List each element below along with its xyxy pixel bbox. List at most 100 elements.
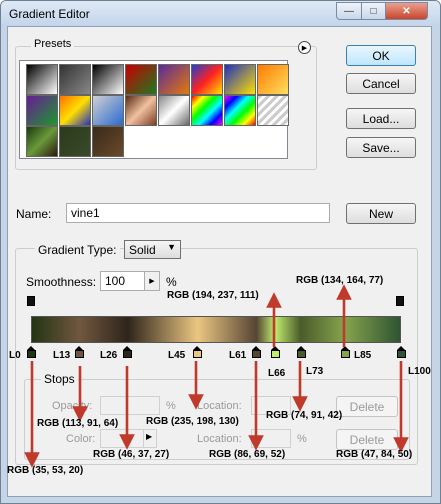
presets-menu-button[interactable]: ▶ [298, 41, 311, 54]
stop-label: L66 [268, 368, 286, 379]
arrow-right-icon: ▶ [149, 278, 155, 285]
stop-label: L73 [306, 366, 324, 377]
maximize-icon: □ [370, 5, 377, 17]
preset-swatch[interactable] [26, 64, 58, 95]
play-icon: ▶ [301, 44, 308, 52]
annotation-rgb: RGB (194, 237, 111) [167, 290, 259, 301]
stop-label: L26 [100, 350, 118, 361]
preset-swatch[interactable] [92, 64, 124, 95]
color-stop[interactable] [193, 346, 202, 358]
close-button[interactable]: ✕ [385, 2, 428, 20]
color-menu-button[interactable]: ▶ [143, 429, 157, 448]
stop-label: L13 [53, 350, 71, 361]
title-bar: Gradient Editor — □ ✕ [1, 1, 440, 27]
preset-swatch[interactable] [257, 95, 289, 126]
gradient-type-value: Solid [129, 243, 156, 257]
new-button[interactable]: New [346, 203, 416, 224]
color-stop-swatch [252, 350, 262, 358]
gradient-type-select[interactable]: Solid ▼ [124, 240, 181, 259]
color-delete-button[interactable]: Delete [336, 429, 398, 450]
preset-swatch[interactable] [158, 95, 190, 126]
annotation-rgb: RGB (47, 84, 50) [336, 449, 413, 460]
stop-label: L61 [229, 350, 247, 361]
annotation-rgb: RGB (46, 37, 27) [93, 449, 170, 460]
preset-swatch[interactable] [59, 95, 91, 126]
color-label: Color: [66, 433, 96, 445]
opacity-location-label: Location: [197, 400, 242, 412]
smoothness-label: Smoothness: [26, 275, 97, 289]
color-stop[interactable] [296, 346, 306, 358]
preset-swatch[interactable] [224, 95, 256, 126]
minimize-icon: — [344, 5, 354, 17]
preset-swatch[interactable] [26, 126, 58, 157]
color-stop-swatch [296, 350, 306, 358]
cancel-button[interactable]: Cancel [346, 73, 416, 94]
stops-label: Stops [41, 372, 78, 386]
color-stop[interactable] [341, 346, 350, 358]
preset-swatch[interactable] [59, 126, 91, 157]
color-stop[interactable] [26, 346, 36, 358]
color-stop-swatch [122, 350, 132, 358]
presets-label: Presets [31, 38, 75, 50]
color-stop-swatch [341, 350, 350, 358]
smoothness-value: 100 [105, 274, 126, 288]
opacity-stop-right[interactable] [396, 296, 404, 306]
stop-label: L45 [168, 350, 186, 361]
stop-label: L100 [408, 366, 431, 377]
color-swatch[interactable] [100, 429, 144, 448]
name-label: Name: [16, 207, 52, 221]
name-input[interactable]: vine1 [66, 203, 330, 223]
preset-swatch[interactable] [257, 64, 289, 95]
annotation-rgb: RGB (74, 91, 42) [266, 410, 343, 421]
preset-swatch[interactable] [125, 64, 157, 95]
opacity-stop-left[interactable] [27, 296, 35, 306]
color-stop[interactable] [122, 346, 132, 358]
annotation-rgb: RGB (86, 69, 52) [209, 449, 286, 460]
smoothness-stepper[interactable]: ▶ [144, 272, 159, 290]
ok-button[interactable]: OK [346, 45, 416, 66]
opacity-input[interactable] [100, 396, 160, 415]
color-stop[interactable] [252, 346, 262, 358]
opacity-label: Opacity: [52, 400, 93, 412]
color-stop[interactable] [396, 346, 406, 358]
close-icon: ✕ [402, 5, 411, 17]
preset-swatch[interactable] [26, 95, 58, 126]
smoothness-input[interactable]: 100 ▶ [100, 271, 160, 291]
window-title: Gradient Editor [9, 7, 90, 21]
color-stop-swatch [74, 350, 84, 358]
maximize-button[interactable]: □ [361, 2, 386, 20]
color-stop[interactable] [270, 346, 280, 358]
preset-swatch[interactable] [224, 64, 256, 95]
gradient-type-label: Gradient Type: [35, 243, 120, 257]
load-button[interactable]: Load... [346, 108, 416, 129]
preset-swatch[interactable] [92, 126, 124, 157]
preset-swatch[interactable] [191, 95, 223, 126]
annotation-rgb: RGB (113, 91, 64) [37, 418, 119, 429]
gradient-bar[interactable] [31, 316, 401, 343]
save-button[interactable]: Save... [346, 137, 416, 158]
color-stop-swatch [193, 350, 202, 358]
color-stop-swatch [270, 350, 280, 358]
minimize-button[interactable]: — [336, 2, 362, 20]
color-stop-swatch [396, 350, 406, 358]
preset-swatch[interactable] [125, 95, 157, 126]
preset-swatch-grid[interactable] [19, 60, 289, 159]
annotation-rgb: RGB (35, 53, 20) [7, 465, 84, 476]
annotation-rgb: RGB (235, 198, 130) [146, 416, 239, 427]
smoothness-unit: % [166, 275, 177, 289]
color-location-unit: % [297, 433, 307, 445]
stop-label: L0 [9, 350, 21, 361]
preset-swatch[interactable] [191, 64, 223, 95]
preset-swatch[interactable] [59, 64, 91, 95]
opacity-unit: % [166, 400, 176, 412]
color-stop[interactable] [74, 346, 84, 358]
opacity-delete-button[interactable]: Delete [336, 396, 398, 417]
color-location-input[interactable] [251, 429, 291, 448]
preset-swatch[interactable] [92, 95, 124, 126]
color-location-label: Location: [197, 433, 242, 445]
chevron-down-icon: ▼ [167, 242, 176, 252]
stop-label: L85 [354, 350, 372, 361]
preset-swatch[interactable] [158, 64, 190, 95]
color-stop-swatch [26, 350, 36, 358]
annotation-rgb: RGB (134, 164, 77) [296, 275, 384, 286]
